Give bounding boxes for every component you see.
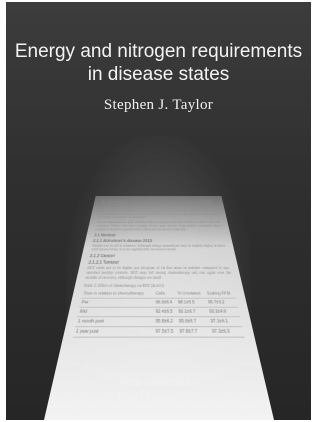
- paper-table-cell: 92.4±6.5: [153, 306, 178, 317]
- paper-table-cell: 95.6±6.7: [177, 316, 210, 327]
- foreword-credit: With Foreword by David Frankenfield: [6, 376, 311, 403]
- paper-table-cell: 1 year post: [73, 326, 154, 337]
- paper-subsection-1-text: Weight loss in AD is common. Although en…: [90, 244, 226, 252]
- paper-table: Time in relation to chemotherapy Cells %…: [73, 289, 245, 338]
- paper-table-cell: 96.0±6.4: [154, 297, 177, 307]
- paper-table-header-row: Time in relation to chemotherapy Cells %…: [81, 289, 237, 298]
- paper-table-cell: 92.1±6.7: [176, 306, 209, 317]
- paper-table-cell: 97.1±4.1: [208, 316, 243, 327]
- paper-heading: 2. Energy requirements in disease states: [100, 199, 213, 205]
- book-cover: Energy and nitrogen requirements in dise…: [6, 2, 311, 420]
- paper-table-caption: Table 2: Effect of chemotherapy on REE (…: [83, 283, 164, 289]
- paper-table-header-cell: Time in relation to chemotherapy: [81, 289, 155, 298]
- paper-subsection-1: 2.1.1 Alzheimer's disease 2013: [92, 238, 153, 243]
- paper-paragraph-2: The recommendations give estimates that …: [94, 221, 222, 232]
- book-author: Stephen J. Taylor: [103, 97, 214, 113]
- page: Energy and nitrogen requirements in dise…: [0, 0, 320, 422]
- paper-table-row: 1 year post 97.5±7.5 97.8±7.7 97.3±6.3: [73, 326, 245, 337]
- paper-table-cell: 97.8±7.7: [177, 326, 211, 337]
- foreword-line-1: With Foreword by: [119, 377, 198, 388]
- paper-table-cell: 1 month post: [75, 316, 154, 327]
- paper-table-row: 1 month post 95.8±6.2 95.6±6.7 97.1±4.1: [75, 316, 243, 327]
- paper-table-header-cell: Scaling FFM: [204, 289, 237, 298]
- paper-subsection-2: 2.1.2 Cancer: [89, 254, 116, 259]
- paper-table-cell: 93.3±4.9: [207, 306, 241, 317]
- paper-section: 2.1 Medical: [93, 233, 116, 238]
- paper-table-cell: Pre: [79, 297, 155, 307]
- paper-table-cell: 95.7±3.2: [205, 297, 239, 307]
- paper-table-cell: Mid: [77, 306, 155, 317]
- paper-table-row: Mid 92.4±6.5 92.1±6.7 93.3±4.9: [77, 306, 241, 317]
- foreword-line-2: David Frankenfield: [117, 390, 200, 402]
- paper-table-header-cell: % Unrelated: [175, 289, 206, 298]
- paper-table-cell: 97.3±6.3: [209, 326, 245, 337]
- paper-paragraph-1: In this chapter we use the energy requir…: [97, 206, 220, 220]
- paper-table-cell: 97.5±7.5: [153, 326, 179, 337]
- paper-subsection-2-sub: 2.1.2.1 Tumour: [87, 260, 120, 266]
- paper-table-row: Pre 96.0±6.4 98.1±5.5 95.7±3.2: [79, 297, 239, 307]
- book-title: Energy and nitrogen requirements in dise…: [6, 40, 311, 86]
- paper-table-cell: 98.1±5.5: [176, 297, 208, 307]
- perspective-page-illustration: 2. Energy requirements in disease states…: [6, 120, 311, 420]
- paper-table-header-cell: Cells: [154, 289, 177, 298]
- book-title-line-1: Energy and nitrogen requirements: [14, 41, 303, 62]
- book-title-line-2: in disease states: [87, 64, 230, 85]
- paper-table-cell: 95.8±6.2: [153, 316, 178, 327]
- paper-subsection-2-text: REE tends not to be higher per kilogram …: [84, 266, 232, 281]
